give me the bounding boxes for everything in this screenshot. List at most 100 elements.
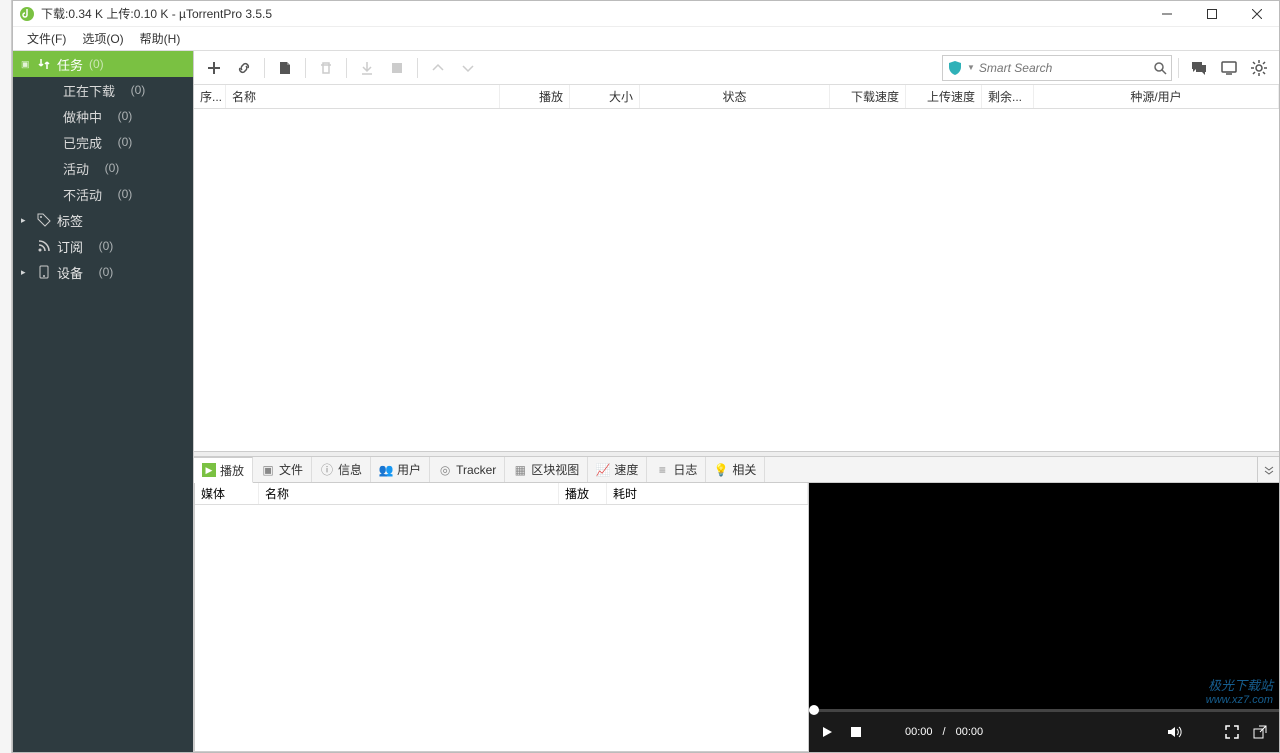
maximize-button[interactable] — [1189, 1, 1234, 27]
tab-overflow-button[interactable] — [1257, 457, 1279, 482]
content-area: ▼ 序... 名称 播放 大小 状态 下载速度 上传速度 剩余... 种源/ — [193, 51, 1279, 752]
close-button[interactable] — [1234, 1, 1279, 27]
transfer-icon — [37, 57, 51, 71]
search-box[interactable]: ▼ — [942, 55, 1172, 81]
sidebar-item-inactive[interactable]: 不活动 (0) — [13, 181, 193, 207]
stop-button[interactable] — [847, 723, 865, 741]
folder-icon: ▣ — [261, 463, 275, 477]
expand-icon: ▸ — [21, 267, 31, 278]
time-sep: / — [943, 726, 946, 738]
col-remain[interactable]: 剩余... — [982, 85, 1034, 108]
add-torrent-button[interactable] — [200, 54, 228, 82]
collapse-icon: ▣ — [21, 59, 31, 70]
play-button[interactable] — [819, 723, 837, 741]
grid-icon: ▦ — [513, 463, 527, 477]
minimize-button[interactable] — [1144, 1, 1189, 27]
shield-icon — [947, 60, 963, 76]
menu-help[interactable]: 帮助(H) — [132, 28, 189, 49]
sidebar: ▣ 任务 (0) 正在下载 (0) 做种中 (0) 已完成 (0) 活动 (0)… — [13, 51, 193, 752]
dropdown-arrow-icon[interactable]: ▼ — [967, 63, 975, 72]
add-url-button[interactable] — [230, 54, 258, 82]
tag-icon — [37, 213, 51, 227]
detail-pane: ▶播放 ▣文件 ⓘ信息 👥用户 ◎Tracker ▦区块视图 📈速度 ≡日志 💡… — [194, 457, 1279, 752]
time-total: 00:00 — [956, 726, 984, 738]
video-canvas[interactable] — [809, 483, 1279, 709]
move-down-button[interactable] — [454, 54, 482, 82]
col-up[interactable]: 上传速度 — [906, 85, 982, 108]
bulb-icon: 💡 — [714, 463, 728, 477]
mcol-play[interactable]: 播放 — [559, 483, 607, 504]
app-window: 下载:0.34 K 上传:0.10 K - µTorrentPro 3.5.5 … — [12, 0, 1280, 753]
sidebar-item-seeding[interactable]: 做种中 (0) — [13, 103, 193, 129]
settings-button[interactable] — [1245, 54, 1273, 82]
window-title: 下载:0.34 K 上传:0.10 K - µTorrentPro 3.5.5 — [41, 5, 272, 22]
sidebar-feeds[interactable]: 订阅 (0) — [13, 233, 193, 259]
remote-button[interactable] — [1215, 54, 1243, 82]
torrent-list-header[interactable]: 序... 名称 播放 大小 状态 下载速度 上传速度 剩余... 种源/用户 — [194, 85, 1279, 109]
chat-button[interactable] — [1185, 54, 1213, 82]
tab-related[interactable]: 💡相关 — [706, 457, 765, 482]
tab-tracker[interactable]: ◎Tracker — [430, 457, 505, 482]
tab-log[interactable]: ≡日志 — [647, 457, 706, 482]
tab-speed[interactable]: 📈速度 — [588, 457, 647, 482]
tab-peers[interactable]: 👥用户 — [371, 457, 430, 482]
tab-pieces[interactable]: ▦区块视图 — [505, 457, 588, 482]
video-player: 极光下载站 www.xz7.com 00:00 / 00:00 — [809, 483, 1279, 752]
player-controls: 00:00 / 00:00 — [809, 712, 1279, 752]
toolbar: ▼ — [194, 51, 1279, 85]
col-seq[interactable]: 序... — [194, 85, 226, 108]
search-icon[interactable] — [1153, 61, 1167, 75]
media-list-header[interactable]: 媒体 名称 播放 耗时 — [195, 483, 808, 505]
media-list-body[interactable] — [195, 505, 808, 751]
expand-icon: ▸ — [21, 215, 31, 226]
search-input[interactable] — [979, 61, 1153, 75]
mcol-name[interactable]: 名称 — [259, 483, 559, 504]
start-button[interactable] — [353, 54, 381, 82]
time-current: 00:00 — [905, 726, 933, 738]
torrent-list[interactable] — [194, 109, 1279, 451]
col-name[interactable]: 名称 — [226, 85, 500, 108]
sidebar-item-downloading[interactable]: 正在下载 (0) — [13, 77, 193, 103]
fullscreen-button[interactable] — [1223, 723, 1241, 741]
seek-bar[interactable] — [809, 709, 1279, 712]
target-icon: ◎ — [438, 463, 452, 477]
sidebar-tasks-label: 任务 — [57, 55, 83, 74]
mcol-elapsed[interactable]: 耗时 — [607, 483, 808, 504]
popout-button[interactable] — [1251, 723, 1269, 741]
media-list: 媒体 名称 播放 耗时 — [194, 483, 809, 752]
move-up-button[interactable] — [424, 54, 452, 82]
device-icon — [37, 265, 51, 279]
sidebar-tasks-count: (0) — [89, 57, 104, 71]
chart-icon: 📈 — [596, 463, 610, 477]
col-peers[interactable]: 种源/用户 — [1034, 85, 1279, 108]
col-down[interactable]: 下载速度 — [830, 85, 906, 108]
remove-button[interactable] — [312, 54, 340, 82]
col-status[interactable]: 状态 — [640, 85, 830, 108]
create-torrent-button[interactable] — [271, 54, 299, 82]
list-icon: ≡ — [655, 463, 669, 477]
stop-button[interactable] — [383, 54, 411, 82]
titlebar: 下载:0.34 K 上传:0.10 K - µTorrentPro 3.5.5 — [13, 1, 1279, 27]
volume-button[interactable] — [1165, 723, 1183, 741]
tab-info[interactable]: ⓘ信息 — [312, 457, 371, 482]
col-size[interactable]: 大小 — [570, 85, 640, 108]
app-icon — [19, 6, 35, 22]
menubar: 文件(F) 选项(O) 帮助(H) — [13, 27, 1279, 51]
menu-file[interactable]: 文件(F) — [19, 28, 74, 49]
sidebar-labels[interactable]: ▸ 标签 — [13, 207, 193, 233]
rss-icon — [37, 239, 51, 253]
mcol-media[interactable]: 媒体 — [195, 483, 259, 504]
sidebar-item-completed[interactable]: 已完成 (0) — [13, 129, 193, 155]
sidebar-tasks[interactable]: ▣ 任务 (0) — [13, 51, 193, 77]
users-icon: 👥 — [379, 463, 393, 477]
detail-tabs: ▶播放 ▣文件 ⓘ信息 👥用户 ◎Tracker ▦区块视图 📈速度 ≡日志 💡… — [194, 457, 1279, 483]
col-play[interactable]: 播放 — [500, 85, 570, 108]
menu-options[interactable]: 选项(O) — [74, 28, 131, 49]
sidebar-devices[interactable]: ▸ 设备 (0) — [13, 259, 193, 285]
tab-play[interactable]: ▶播放 — [194, 457, 253, 483]
tab-files[interactable]: ▣文件 — [253, 457, 312, 482]
seek-knob[interactable] — [809, 705, 819, 715]
sidebar-item-active[interactable]: 活动 (0) — [13, 155, 193, 181]
play-icon: ▶ — [202, 463, 216, 477]
info-icon: ⓘ — [320, 463, 334, 477]
